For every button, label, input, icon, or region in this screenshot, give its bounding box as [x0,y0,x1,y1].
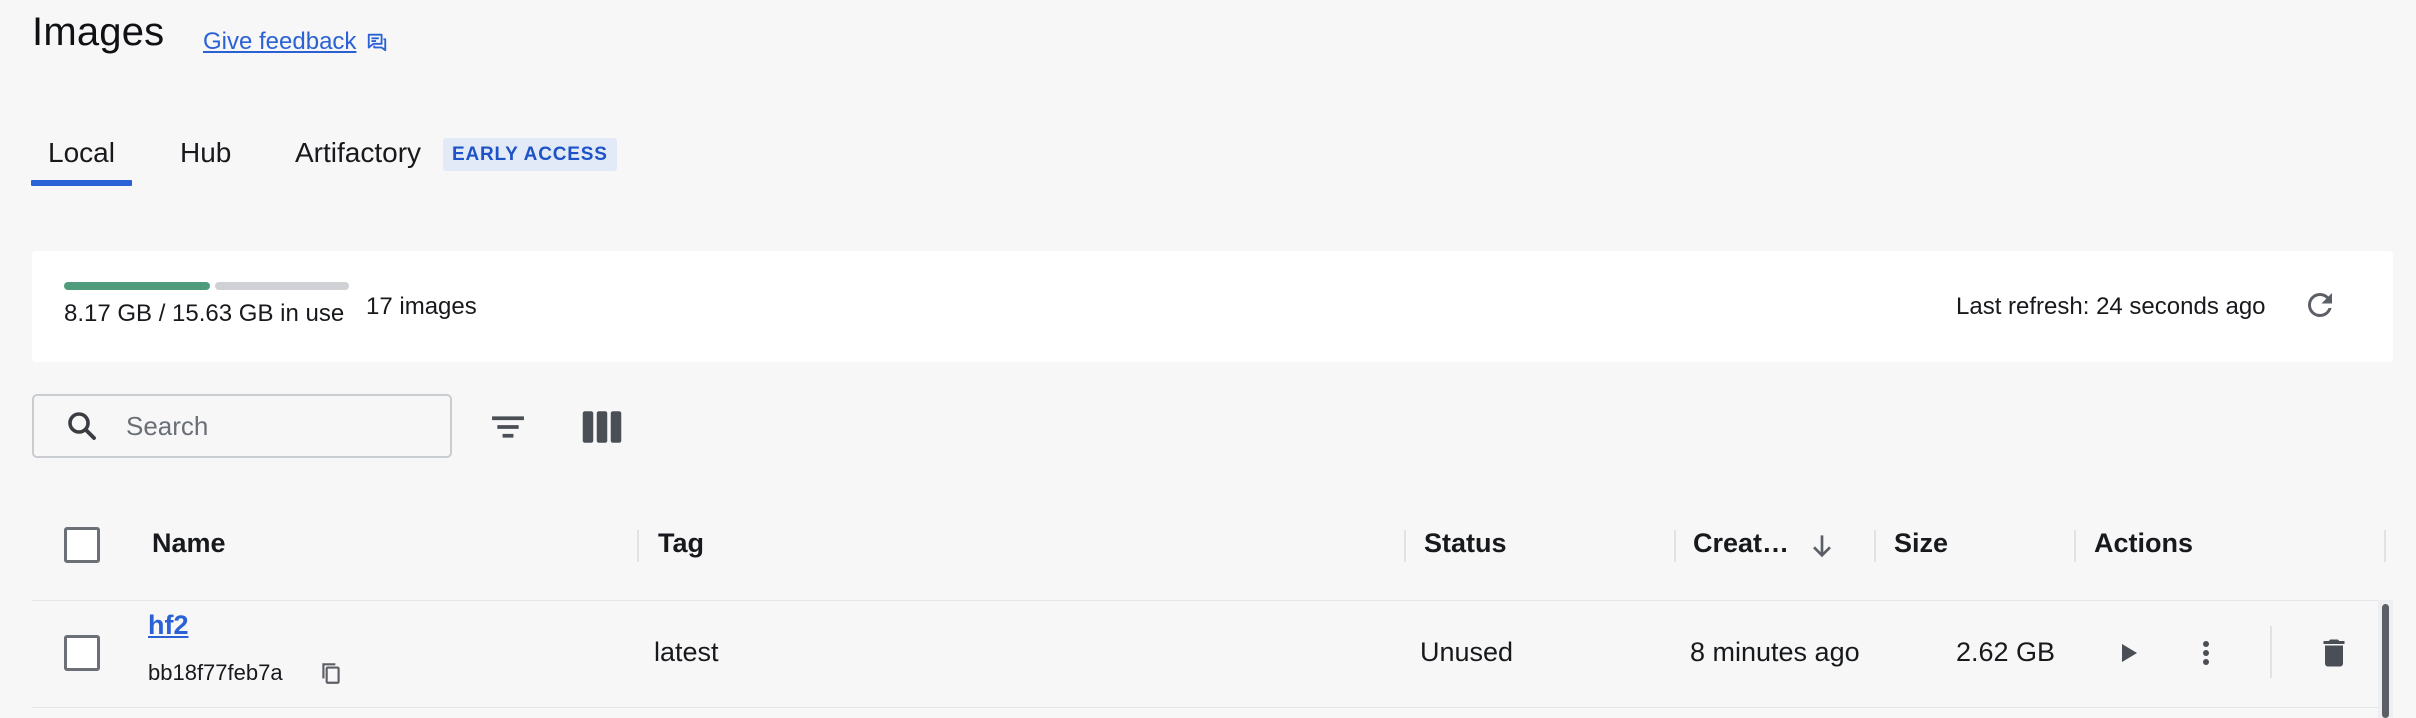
image-status: Unused [1420,637,1514,667]
row-divider [32,707,2393,708]
copy-icon[interactable] [318,660,344,686]
image-tag: latest [654,637,719,667]
row-checkbox[interactable] [64,635,100,671]
refresh-icon[interactable] [2302,287,2338,323]
image-name-link[interactable]: hf2 [148,610,189,641]
column-header-created[interactable]: Creat… [1693,528,1789,559]
column-divider[interactable] [637,530,639,562]
column-header-status[interactable]: Status [1424,528,1507,559]
search-box[interactable] [32,394,452,458]
column-header-tag[interactable]: Tag [658,528,704,559]
give-feedback-link[interactable]: Give feedback [203,28,388,56]
table-header-divider [32,600,2393,601]
search-input[interactable] [126,410,426,442]
disk-usage-text: 8.17 GB / 15.63 GB in use [64,300,345,327]
tab-hub[interactable]: Hub [180,137,231,169]
image-count: 17 images [366,293,477,320]
column-header-actions: Actions [2094,528,2194,558]
search-icon [68,412,96,440]
active-tab-indicator [31,180,132,186]
image-created: 8 minutes ago [1690,637,1860,667]
action-divider [2270,626,2272,678]
disk-usage-bar-free [215,282,349,290]
more-options-icon[interactable] [2188,635,2224,671]
delete-icon[interactable] [2316,635,2352,671]
columns-icon[interactable] [579,406,625,448]
scrollbar-thumb[interactable] [2382,604,2389,718]
select-all-checkbox[interactable] [64,527,100,563]
column-header-name[interactable]: Name [152,528,226,559]
filter-icon[interactable] [487,406,529,448]
page-title: Images [32,10,165,54]
column-divider[interactable] [2074,530,2076,562]
column-header-size[interactable]: Size [1894,528,1948,559]
image-size: 2.62 GB [1956,637,2056,667]
tab-artifactory[interactable]: Artifactory [295,137,421,169]
column-divider[interactable] [1404,530,1406,562]
column-divider[interactable] [2384,530,2386,562]
feedback-icon [368,33,387,52]
column-divider[interactable] [1674,530,1676,562]
last-refresh-text: Last refresh: 24 seconds ago [1956,293,2266,320]
run-icon[interactable] [2110,635,2146,671]
image-id: bb18f77feb7a [148,660,283,685]
give-feedback-label: Give feedback [203,28,357,55]
sort-descending-icon[interactable] [1806,530,1838,562]
tab-local[interactable]: Local [48,137,115,169]
early-access-badge: EARLY ACCESS [443,138,617,171]
column-divider[interactable] [1874,530,1876,562]
disk-usage-bar-used [64,282,210,290]
